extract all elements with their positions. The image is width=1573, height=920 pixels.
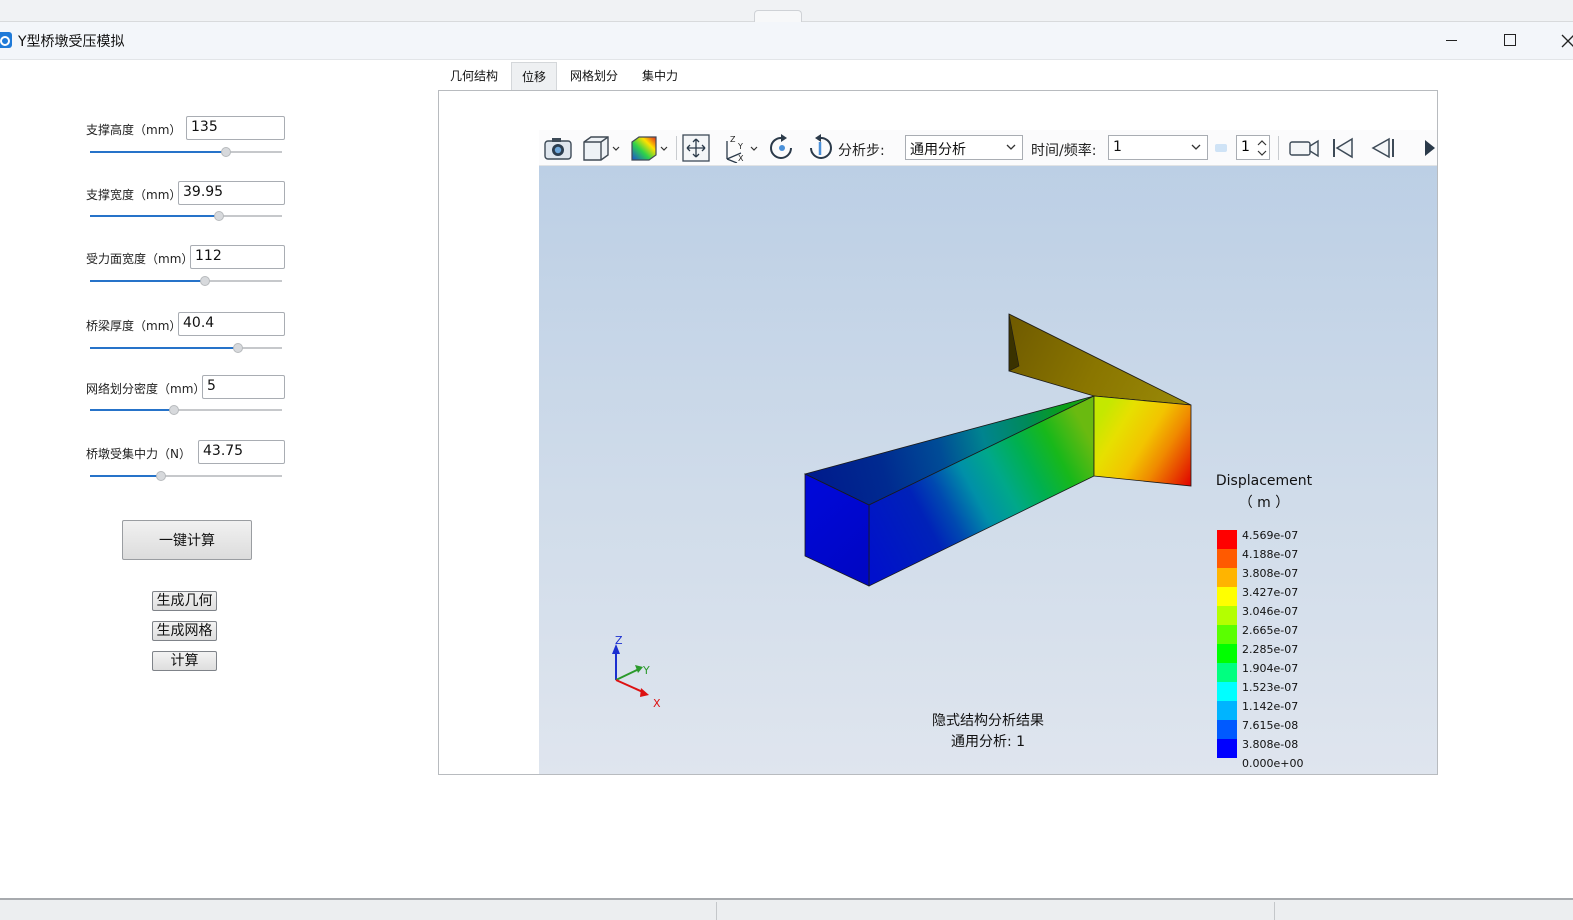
slider-thumb[interactable]: [213, 211, 224, 221]
param-label: 桥墩受集中力（N）: [86, 447, 191, 461]
legend-label: 1.904e-07: [1242, 662, 1299, 675]
legend-swatch: [1217, 644, 1237, 663]
previous-frame-icon[interactable]: [1367, 133, 1397, 163]
axis-z-label: Z: [615, 634, 623, 647]
mesh-density-slider[interactable]: [90, 404, 282, 416]
legend-swatch: [1217, 606, 1237, 625]
param-label: 支撑高度（mm）: [86, 123, 182, 137]
axis-triad: Z Y X: [612, 634, 661, 710]
tab-geometry[interactable]: 几何结构: [441, 62, 507, 90]
minimize-button[interactable]: [1437, 28, 1467, 52]
viewer-toolbar: Z Y X 分析步: 通用分析 时间/频率: 1 1: [539, 130, 1437, 166]
legend-swatch: [1217, 568, 1237, 587]
legend-swatch: [1217, 663, 1237, 682]
close-button[interactable]: [1552, 28, 1573, 52]
one-click-compute-button[interactable]: 一键计算: [122, 520, 252, 560]
chevron-down-icon: [1006, 144, 1016, 150]
tab-displacement[interactable]: 位移: [511, 62, 557, 90]
legend-unit: （ m ）: [1238, 495, 1290, 511]
fit-view-icon[interactable]: [681, 133, 711, 163]
frame-value: 1: [1241, 139, 1250, 155]
param-label: 桥梁厚度（mm）: [86, 319, 182, 333]
beam-thickness-input[interactable]: 40.4: [178, 312, 285, 336]
contour-display-icon[interactable]: [629, 133, 669, 163]
compute-button[interactable]: 计算: [152, 651, 217, 671]
legend-label: 4.569e-07: [1242, 529, 1299, 542]
legend-label: 4.188e-07: [1242, 548, 1299, 561]
support-width-input[interactable]: 39.95: [178, 181, 285, 205]
tab-mesh[interactable]: 网格划分: [562, 62, 626, 90]
load-face-width-slider[interactable]: [90, 275, 282, 287]
step-label: 分析步:: [838, 143, 885, 159]
slider-thumb[interactable]: [232, 343, 243, 353]
slider-thumb[interactable]: [169, 405, 180, 415]
first-frame-icon[interactable]: [1329, 133, 1357, 163]
beam-thickness-slider[interactable]: [90, 342, 282, 354]
legend-label: 0.000e+00: [1242, 757, 1304, 770]
generate-mesh-button[interactable]: 生成网格: [152, 621, 217, 641]
legend-label: 1.523e-07: [1242, 681, 1299, 694]
legend-label: 2.285e-07: [1242, 643, 1299, 656]
chevron-down-icon: [1191, 144, 1201, 150]
axis-y-label: Y: [642, 664, 650, 677]
bottom-taskbar-strip: [0, 898, 1573, 920]
legend-swatch: [1217, 625, 1237, 644]
analysis-step-value: 通用分析: [910, 142, 966, 158]
app-icon: [0, 32, 12, 48]
next-frame-icon[interactable]: [1423, 133, 1437, 163]
concentrated-force-input[interactable]: 43.75: [198, 440, 285, 464]
spin-arrows-icon[interactable]: [1257, 139, 1267, 157]
legend-swatch: [1217, 530, 1237, 549]
app-window: Y型桥墩受压模拟 支撑高度（mm） 135 支撑宽度（mm） 39.95 受力面…: [0, 0, 1573, 920]
svg-text:Y: Y: [737, 142, 743, 151]
frame-spinbox[interactable]: 1: [1236, 135, 1270, 160]
concentrated-force-slider[interactable]: [90, 470, 282, 482]
param-label: 支撑宽度（mm）: [86, 188, 182, 202]
rotate-cw-icon[interactable]: [767, 133, 797, 163]
slider-thumb[interactable]: [221, 147, 232, 157]
camera-icon[interactable]: [543, 133, 573, 163]
rotate-ccw-icon[interactable]: [805, 133, 835, 163]
slider-thumb[interactable]: [200, 276, 211, 286]
maximize-button[interactable]: [1495, 28, 1525, 52]
top-chrome-strip: [0, 0, 1573, 22]
legend-swatch: [1217, 549, 1237, 568]
time-frequency-value: 1: [1113, 139, 1122, 155]
legend-swatch: [1217, 587, 1237, 606]
legend-label: 3.808e-07: [1242, 567, 1299, 580]
support-height-slider[interactable]: [90, 146, 282, 158]
param-label: 网络划分密度（mm）: [86, 382, 206, 396]
close-icon: [1561, 34, 1573, 48]
record-video-icon[interactable]: [1288, 133, 1320, 163]
result-caption-title: 隐式结构分析结果: [932, 713, 1044, 729]
tab-concentrated-force[interactable]: 集中力: [632, 62, 688, 90]
generate-geometry-button[interactable]: 生成几何: [152, 591, 217, 611]
support-width-slider[interactable]: [90, 210, 282, 222]
window-title: Y型桥墩受压模拟: [18, 34, 125, 50]
load-face-width-input[interactable]: 112: [190, 245, 285, 269]
svg-text:Z: Z: [730, 135, 736, 144]
legend-label: 2.665e-07: [1242, 624, 1299, 637]
support-height-input[interactable]: 135: [186, 116, 285, 140]
frame-indicator: [1215, 144, 1227, 152]
param-label: 受力面宽度（mm）: [86, 252, 194, 266]
axis-x-label: X: [653, 697, 661, 710]
analysis-step-select[interactable]: 通用分析: [905, 135, 1023, 160]
view-cube-icon[interactable]: [581, 133, 621, 163]
mesh-density-input[interactable]: 5: [202, 375, 285, 399]
slider-thumb[interactable]: [156, 471, 167, 481]
axis-orientation-icon[interactable]: Z Y X: [721, 133, 761, 163]
result-viewport[interactable]: Z Y X Displacement （ m ） 4.569e-07 4.188e…: [539, 166, 1437, 774]
svg-text:X: X: [738, 154, 744, 163]
time-frequency-select[interactable]: 1: [1108, 135, 1208, 160]
result-caption-step: 通用分析: 1: [950, 734, 1026, 750]
time-frequency-label: 时间/频率:: [1031, 143, 1097, 159]
legend-title: Displacement （ m ）: [1209, 470, 1319, 514]
legend-label: 3.427e-07: [1242, 586, 1299, 599]
legend-swatch: [1217, 682, 1237, 701]
title-bar: Y型桥墩受压模拟: [0, 22, 1573, 60]
legend-label: 3.046e-07: [1242, 605, 1299, 618]
background-tab[interactable]: [754, 10, 802, 22]
legend-title-text: Displacement: [1215, 473, 1313, 489]
